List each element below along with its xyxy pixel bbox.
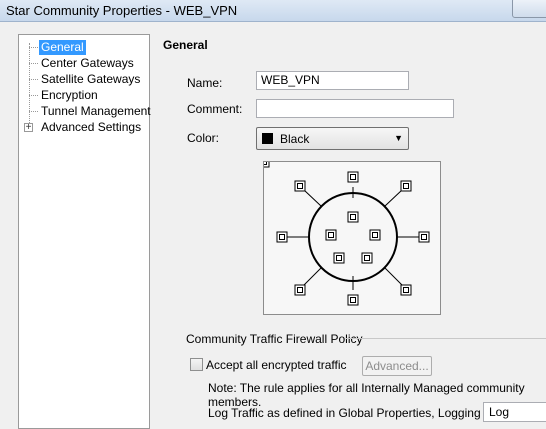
log-traffic-label: Log Traffic as defined in Global Propert… xyxy=(208,406,507,420)
color-label: Color: xyxy=(187,131,220,145)
tree-item-satellite-gateways[interactable]: Satellite Gateways xyxy=(39,72,142,87)
policy-heading: Community Traffic Firewall Policy xyxy=(186,332,363,346)
tree-connector xyxy=(29,95,38,96)
tree-item-encryption[interactable]: Encryption xyxy=(39,88,100,103)
tree-item-general[interactable]: General xyxy=(39,40,86,55)
tree-connector xyxy=(29,43,30,127)
section-heading: General xyxy=(163,38,208,52)
gateway-icon-group xyxy=(258,156,430,306)
color-swatch xyxy=(262,133,273,144)
plus-expander-icon[interactable]: + xyxy=(24,123,33,133)
title-bar: Star Community Properties - WEB_VPN xyxy=(0,0,546,22)
accept-encrypted-label[interactable]: Accept all encrypted traffic xyxy=(206,358,347,372)
navigation-tree[interactable]: General Center Gateways Satellite Gatewa… xyxy=(18,34,153,429)
tree-connector xyxy=(29,79,38,80)
window-title: Star Community Properties - WEB_VPN xyxy=(6,3,238,18)
log-traffic-select[interactable]: Log xyxy=(483,402,546,422)
tree-connector xyxy=(29,111,38,112)
comment-field[interactable] xyxy=(256,99,454,118)
close-button[interactable] xyxy=(512,0,546,18)
name-label: Name: xyxy=(187,76,223,90)
tree-item-tunnel-management[interactable]: Tunnel Management xyxy=(39,104,153,119)
star-topology-diagram xyxy=(258,156,441,315)
policy-divider xyxy=(346,338,546,339)
color-select-value: Black xyxy=(280,132,310,146)
color-select[interactable]: Black ▼ xyxy=(256,127,409,150)
tree-connector xyxy=(29,63,38,64)
tree-item-advanced-settings[interactable]: Advanced Settings xyxy=(39,120,143,135)
accept-encrypted-checkbox[interactable] xyxy=(190,358,203,371)
name-field[interactable]: WEB_VPN xyxy=(256,71,409,90)
advanced-button[interactable]: Advanced... xyxy=(362,356,432,376)
tree-connector xyxy=(29,47,38,48)
chevron-down-icon: ▼ xyxy=(394,133,403,143)
comment-label: Comment: xyxy=(187,102,243,116)
tree-item-center-gateways[interactable]: Center Gateways xyxy=(39,56,136,71)
star-topology-graphic xyxy=(258,156,430,306)
